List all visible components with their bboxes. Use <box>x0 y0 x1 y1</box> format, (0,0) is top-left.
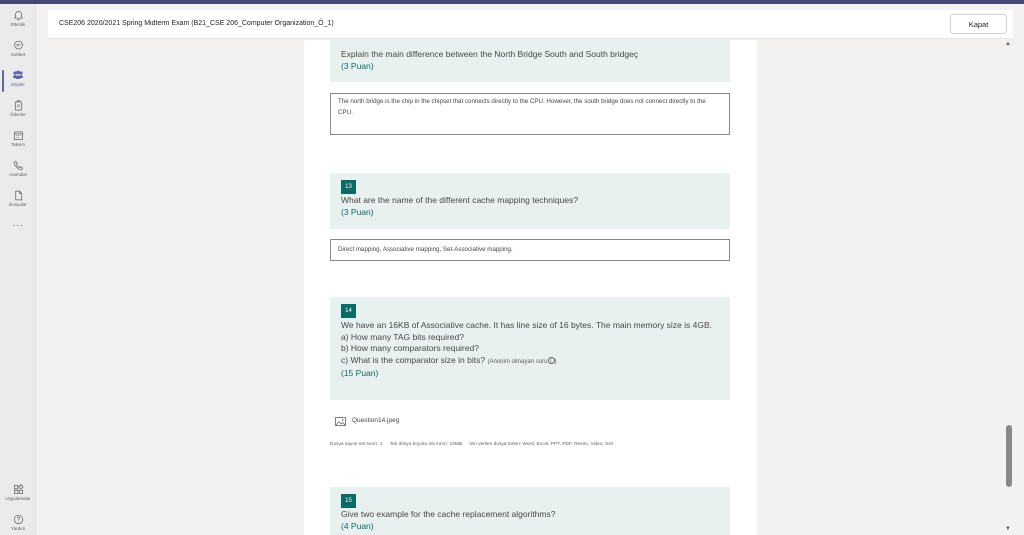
question-block: 13 What are the name of the different ca… <box>330 173 730 229</box>
calendar-icon <box>13 131 23 140</box>
top-accent-strip <box>0 0 1024 4</box>
close-button[interactable]: Kapat <box>950 14 1007 34</box>
answer-field[interactable]: Direct mapping, Associative mapping, Set… <box>330 239 730 261</box>
question-text: We have an 16KB of Associative cache. It… <box>341 320 721 380</box>
file-limit-types: İzin verilen dosya türleri: Word, Excel,… <box>469 442 614 447</box>
question-block: 15 Give two example for the cache replac… <box>330 487 730 535</box>
rail-item-label: Ödevler <box>10 112 26 117</box>
rail-item-label: Uygulamalar <box>5 496 31 501</box>
help-icon <box>13 514 23 525</box>
question-points: (4 Puan) <box>341 520 374 531</box>
question-text: Explain the main difference between the … <box>341 49 721 72</box>
question-prompt-line: b) How many comparators required? <box>341 343 479 353</box>
rail-item-assignments[interactable]: Ödevler <box>0 98 36 128</box>
anonymous-note-text: (Anonim olmayan soru <box>487 358 548 365</box>
file-limit-size: Tek dosya boyutu üst sınırı: 10MB <box>389 442 463 447</box>
rail-item-chat[interactable]: Sohbet <box>0 38 36 68</box>
rail-item-teams[interactable]: Ekipler <box>0 68 36 98</box>
form-scroll-area: Explain the main difference between the … <box>48 40 1003 535</box>
scroll-thumb[interactable] <box>1006 425 1012 487</box>
teams-icon <box>13 70 23 79</box>
question-prompt-line: We have an 16KB of Associative cache. It… <box>341 320 713 330</box>
file-name[interactable]: Question14.jpeg <box>352 417 399 424</box>
rail-item-activity[interactable]: Etkinlik <box>0 8 36 38</box>
form-card: Explain the main difference between the … <box>304 40 757 535</box>
scroll-down-arrow[interactable]: ▼ <box>1005 526 1011 532</box>
rail-item-calls[interactable]: Aramalar <box>0 158 36 188</box>
question-prompt-line: c) What is the comparator size in bits? … <box>341 355 721 369</box>
image-icon <box>335 417 346 426</box>
scroll-up-arrow[interactable]: ▲ <box>1005 41 1011 47</box>
question-prompt: Explain the main difference between the … <box>341 49 639 59</box>
question-number-badge: 14 <box>341 304 356 318</box>
answer-field[interactable]: The north bridge is the chip in the chip… <box>330 93 730 135</box>
question-block: 14 We have an 16KB of Associative cache.… <box>330 297 730 400</box>
rail-item-label: Takvim <box>10 142 25 147</box>
chat-icon <box>13 40 23 50</box>
question-prompt: What are the name of the different cache… <box>341 195 579 205</box>
question-prompt-line: a) How many TAG bits required? <box>341 331 464 342</box>
rail-item-files[interactable]: Dosyalar <box>0 188 36 218</box>
rail-item-label: Dosyalar <box>9 202 27 207</box>
question-prompt: Give two example for the cache replaceme… <box>341 509 556 519</box>
rail-item-label: Aramalar <box>8 172 28 177</box>
assignments-icon <box>14 100 22 111</box>
rail-item-label: Etkinlik <box>10 22 26 27</box>
form-title: CSE206 2020/2021 Spring Midterm Exam (B2… <box>59 20 334 27</box>
phone-icon <box>13 160 23 171</box>
rail-item-apps[interactable]: Uygulamalar <box>0 482 36 512</box>
rail-item-label: Ekipler <box>11 82 25 87</box>
question-prompt-part: c) What is the comparator size in bits? <box>341 354 486 365</box>
question-number-badge: 15 <box>341 494 356 508</box>
question-points: (3 Puan) <box>341 60 374 71</box>
info-icon[interactable]: i <box>547 357 555 365</box>
question-points: (3 Puan) <box>341 206 374 217</box>
rail-item-calendar[interactable]: Takvim <box>0 128 36 158</box>
form-header: CSE206 2020/2021 Spring Midterm Exam (B2… <box>48 10 1013 39</box>
file-limits: Dosya sayısı üst sınırı: 1 Tek dosya boy… <box>330 442 619 447</box>
question-text: Give two example for the cache replaceme… <box>341 509 721 532</box>
file-limit-count: Dosya sayısı üst sınırı: 1 <box>330 442 383 447</box>
rail-item-help[interactable]: Yardım <box>0 512 36 535</box>
app-rail: Etkinlik Sohbet Ekipler Ödevler Takvim A… <box>0 4 36 535</box>
question-block: Explain the main difference between the … <box>330 40 730 82</box>
question-number-badge: 13 <box>341 180 356 194</box>
rail-item-label: Sohbet <box>10 52 26 57</box>
question-text: What are the name of the different cache… <box>341 195 721 218</box>
anonymous-note-close: ) <box>554 358 557 365</box>
rail-item-label: Yardım <box>10 526 26 531</box>
file-icon <box>14 190 22 201</box>
question-points: (15 Puan) <box>341 368 379 378</box>
vertical-scrollbar[interactable]: ▲ ▼ <box>1003 40 1013 535</box>
apps-icon <box>13 484 24 494</box>
anonymous-note: (Anonim olmayan soru i) <box>487 357 557 365</box>
more-apps-ellipsis[interactable]: ··· <box>0 220 36 231</box>
bell-icon <box>13 11 23 21</box>
